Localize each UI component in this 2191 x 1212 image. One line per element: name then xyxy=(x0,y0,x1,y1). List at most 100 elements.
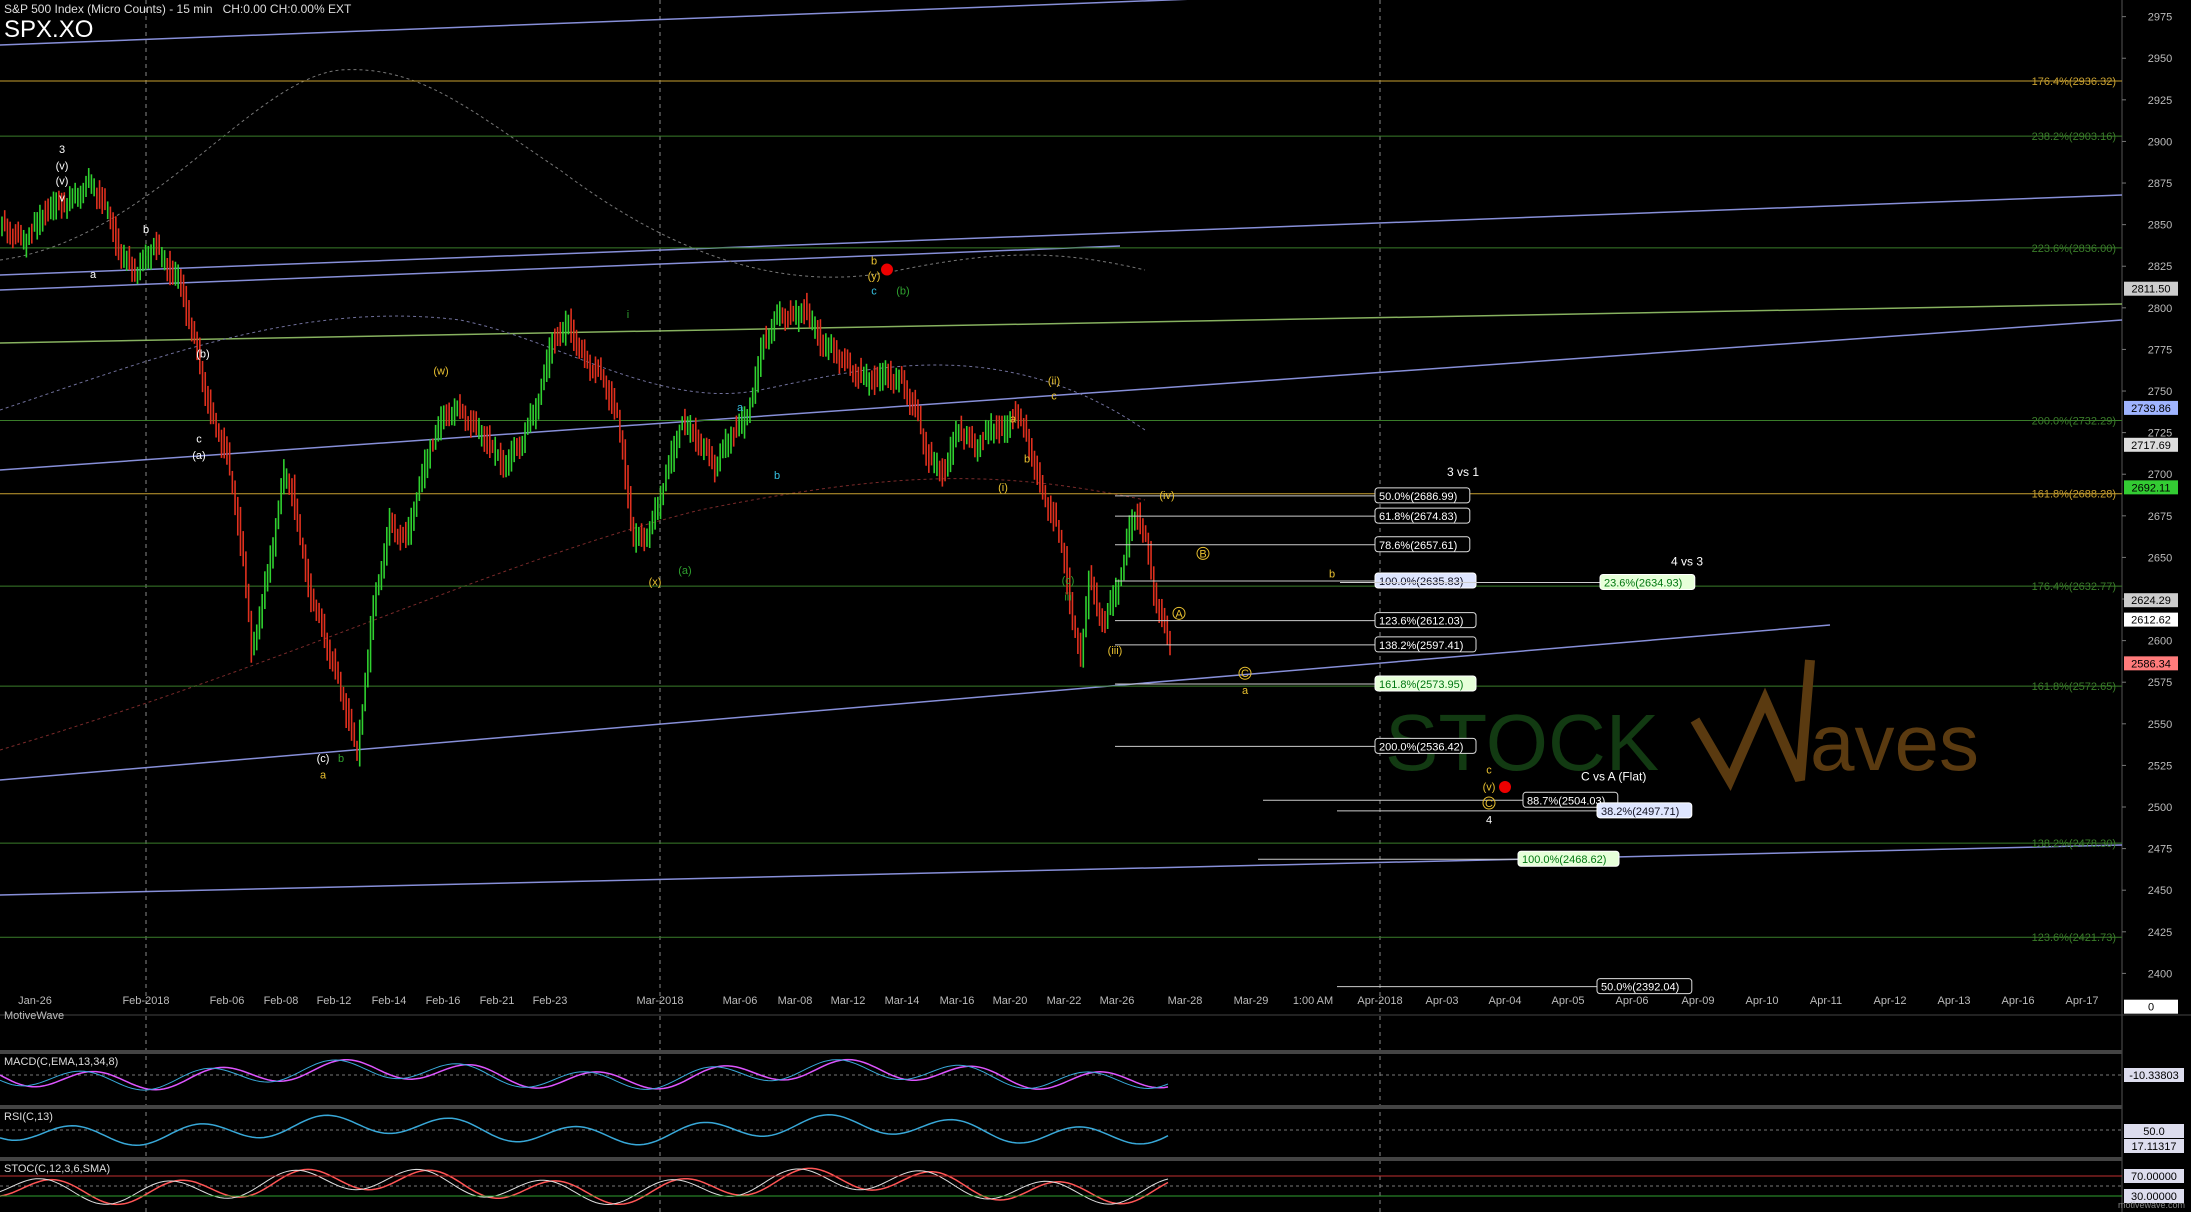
trendline-2 xyxy=(0,319,2123,471)
wave-label-29: b xyxy=(1329,568,1335,580)
x-tick-label-12: Mar-12 xyxy=(831,995,866,1007)
fib-box-label-0: 50.0%(2686.99) xyxy=(1379,491,1457,503)
x-tick-label-29: Apr-12 xyxy=(1873,995,1906,1007)
wave-label-8: (a) xyxy=(192,450,205,462)
price-tag-label-6: 2586.34 xyxy=(2131,658,2171,670)
price-tag-label-5: 2612.62 xyxy=(2131,615,2171,627)
y-tick-label-1: 2425 xyxy=(2148,927,2172,939)
watermark-w-glyph xyxy=(1690,659,1815,792)
y-tick-label-16: 2800 xyxy=(2148,303,2172,315)
wave-label-6: (b) xyxy=(196,349,209,361)
x-tick-label-7: Feb-21 xyxy=(480,995,515,1007)
x-tick-label-23: Apr-04 xyxy=(1488,995,1521,1007)
fib-box-label-6: 161.8%(2573.95) xyxy=(1379,679,1463,691)
x-tick-label-30: Apr-13 xyxy=(1937,995,1970,1007)
wave-label-19: (y) xyxy=(868,271,881,283)
fib-levels-layer: 176.4%(2936.32) 238.2%(2903.16) 223.6%(283… xyxy=(0,76,2122,944)
moving-average-slow xyxy=(0,69,1146,278)
y-tick-label-11: 2675 xyxy=(2148,511,2172,523)
y-tick-label-3: 2475 xyxy=(2148,844,2172,856)
x-tick-label-10: Mar-06 xyxy=(723,995,758,1007)
fib-box-label-10: 38.2%(2497.71) xyxy=(1601,806,1679,818)
wave-label-5: b xyxy=(143,224,149,236)
macd-panel-label: MACD(C,EMA,13,34,8) xyxy=(4,1056,118,1068)
grid-layer xyxy=(0,0,2191,1212)
wave-label-22: (ii) xyxy=(1048,375,1060,387)
wave-label-21: (b) xyxy=(896,286,909,298)
alert-icon xyxy=(881,263,893,276)
y-tick-label-2: 2450 xyxy=(2148,885,2172,897)
y-tick-label-7: 2575 xyxy=(2148,677,2172,689)
x-tick-label-3: Feb-08 xyxy=(264,995,299,1007)
y-tick-label-10: 2650 xyxy=(2148,552,2172,564)
x-tick-label-20: 1:00 AM xyxy=(1293,995,1333,1007)
wave-label-16: a xyxy=(737,402,744,414)
wave-label-18: b xyxy=(871,256,877,268)
wave-label-26: (i) xyxy=(998,482,1008,494)
y-tick-label-5: 2525 xyxy=(2148,760,2172,772)
price-axis[interactable]: 2400242524502475250025252550257526002625… xyxy=(2122,12,2178,1014)
fib-level-label-3: 200.0%(2732.29) xyxy=(2032,415,2116,427)
fib-level-label-4: 161.8%(2688.28) xyxy=(2032,489,2116,501)
fib-level-label-7: 138.2%(2478.30) xyxy=(2032,838,2116,850)
price-tag-label-4: 2624.29 xyxy=(2131,595,2171,607)
fib-level-label-5: 176.4%(2632.77) xyxy=(2032,581,2116,593)
wave-label-15: (a) xyxy=(678,565,691,577)
x-tick-label-9: Mar-2018 xyxy=(636,995,683,1007)
moving-average-long xyxy=(0,478,1146,751)
trendline-1 xyxy=(0,194,2123,276)
wave-label-27: (iv) xyxy=(1159,490,1174,502)
wave-label-25: b xyxy=(1024,454,1030,466)
fib-level-label-2: 223.6%(2836.00) xyxy=(2032,243,2116,255)
y-tick-label-8: 2600 xyxy=(2148,636,2172,648)
x-tick-label-6: Feb-16 xyxy=(426,995,461,1007)
wave-label-4: a xyxy=(90,269,97,281)
y-tick-label-17: 2825 xyxy=(2148,261,2172,273)
wave-label-3: v xyxy=(59,192,65,204)
x-tick-label-32: Apr-17 xyxy=(2065,995,2098,1007)
fib-box-label-2: 78.6%(2657.61) xyxy=(1379,540,1457,552)
section-label-1: 4 vs 3 xyxy=(1671,555,1703,569)
x-tick-label-11: Mar-08 xyxy=(778,995,813,1007)
stoch-panel-label: STOC(C,12,3,6,SMA) xyxy=(4,1163,110,1175)
indicator-panels: MACD(C,EMA,13,34,8) RSI(C,13) STOC(C,12,3,… xyxy=(0,1050,2184,1206)
price-tag-label-0: 2811.50 xyxy=(2132,284,2171,296)
y-tick-label-22: 2950 xyxy=(2148,53,2172,65)
time-axis[interactable]: Jan-26 Feb-2018 Feb-06 Feb-08 Feb-12 Feb-14 Fe… xyxy=(18,995,2098,1007)
fib-level-label-8: 123.6%(2421.73) xyxy=(2032,932,2116,944)
x-tick-label-0: Jan-26 xyxy=(18,995,52,1007)
price-tag-label-1: 2739.86 xyxy=(2131,403,2171,415)
stoch-upper-tag: 70.00000 xyxy=(2131,1171,2177,1183)
wave-label-30: (c) xyxy=(1062,575,1075,587)
y-tick-label-4: 2500 xyxy=(2148,802,2172,814)
rsi-value-tag: 17.11317 xyxy=(2131,1141,2176,1153)
y-tick-label-0: 2400 xyxy=(2148,968,2172,980)
wave-label-1: (v) xyxy=(56,161,69,173)
x-tick-label-19: Mar-29 xyxy=(1234,995,1269,1007)
wave-label-36: c xyxy=(1486,765,1492,777)
wave-label-12: (w) xyxy=(433,365,448,377)
section-label-0: 3 vs 1 xyxy=(1447,465,1479,479)
x-tick-label-15: Mar-20 xyxy=(993,995,1028,1007)
wave-label-9: (c) xyxy=(317,753,330,765)
y-tick-label-12: 2700 xyxy=(2148,469,2172,481)
chart-title: S&P 500 Index (Micro Counts) - 15 min xyxy=(4,2,213,16)
y-tick-label-14: 2750 xyxy=(2148,386,2172,398)
x-tick-label-21: Apr-2018 xyxy=(1357,995,1402,1007)
wave-label-0: 3 xyxy=(59,144,65,156)
wave-label-13: i xyxy=(627,309,629,321)
x-tick-label-27: Apr-10 xyxy=(1745,995,1778,1007)
price-chart[interactable]: 176.4%(2936.32) 238.2%(2903.16) 223.6%(283… xyxy=(0,0,2191,1212)
fib-level-label-0: 176.4%(2936.32) xyxy=(2032,76,2116,88)
wave-label-31: iii xyxy=(1064,592,1071,604)
fib-box-label-5: 138.2%(2597.41) xyxy=(1379,640,1463,652)
x-tick-label-17: Mar-26 xyxy=(1100,995,1135,1007)
wave-label-2: (v) xyxy=(56,176,69,188)
wave-label-24: a xyxy=(1010,414,1017,426)
price-tag-label-3: 2692.11 xyxy=(2132,482,2171,494)
x-tick-label-8: Feb-23 xyxy=(533,995,568,1007)
y-tick-label-20: 2900 xyxy=(2148,136,2172,148)
fib-box-label-4: 123.6%(2612.03) xyxy=(1379,616,1463,628)
wave-label-20: c xyxy=(871,286,877,298)
macd-value-tag: -10.33803 xyxy=(2129,1070,2179,1082)
